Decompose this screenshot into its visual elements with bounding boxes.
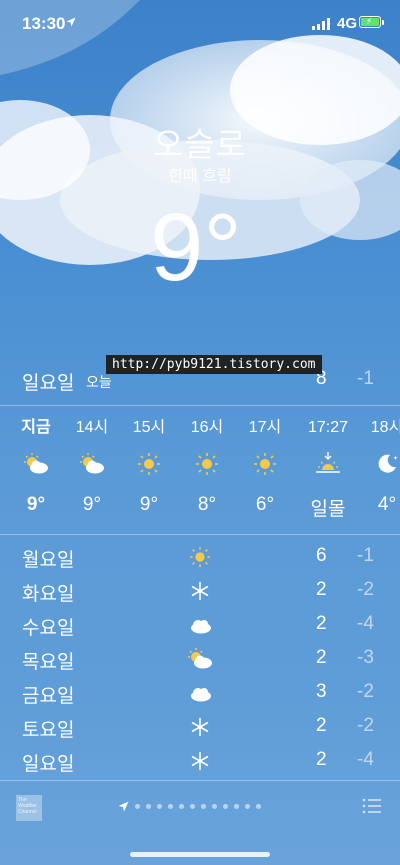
day-low: -2 [357, 681, 374, 702]
day-name: 화요일 [22, 584, 75, 605]
hour-time: 지금 [21, 419, 51, 436]
day-high: 2 [316, 715, 327, 736]
day-name: 토요일 [22, 720, 75, 741]
snow-icon [186, 578, 214, 604]
hour-item: 17:27 일몰 [298, 406, 358, 521]
location-arrow-icon [118, 801, 129, 811]
day-name: 목요일 [22, 652, 75, 673]
page-dot [223, 803, 228, 809]
status-time: 13:30 [22, 14, 66, 33]
weather-condition: 한때 흐림 [168, 168, 232, 185]
status-bar: 13:30 4G ⚡ [0, 0, 400, 46]
current-temperature: 9° [150, 194, 242, 301]
day-high: 2 [316, 647, 327, 668]
weather-channel-logo[interactable]: The Weather Channel [16, 795, 42, 821]
day-low: -4 [357, 749, 374, 770]
partly-cloudy-icon [62, 446, 122, 482]
page-dot [256, 803, 261, 809]
day-name: 일요일 [22, 754, 75, 775]
day-low: -1 [357, 545, 374, 566]
snow-icon [186, 748, 214, 774]
bottom-toolbar: The Weather Channel [0, 790, 400, 830]
watermark-url: http://pyb9121.tistory.com [106, 355, 322, 374]
svg-text:✦: ✦ [393, 455, 398, 462]
network-type: 4G [337, 15, 358, 32]
city-name: 오슬로 [152, 126, 248, 163]
day-row: 일요일 2 -4 [0, 745, 400, 779]
hour-time: 14시 [75, 419, 109, 436]
day-row: 토요일 2 -2 [0, 711, 400, 745]
snow-icon [186, 714, 214, 740]
hourly-forecast[interactable]: 지금 9° 14시 9° 15시 9° 16시 8° 17시 6° 17:27 [0, 406, 400, 534]
page-dot [168, 803, 173, 809]
page-dot [201, 803, 206, 809]
today-low: -1 [357, 368, 374, 389]
day-name: 금요일 [22, 686, 75, 707]
hour-temp: 9° [82, 494, 102, 515]
sun-icon [186, 544, 214, 570]
hour-temp: 6° [255, 494, 275, 515]
hour-time: 17:27 [307, 419, 349, 436]
location-arrow-icon [66, 17, 76, 27]
home-indicator[interactable] [130, 852, 270, 857]
page-dot [190, 803, 195, 809]
sun-icon [119, 446, 179, 482]
divider [0, 534, 400, 535]
page-dot [157, 803, 162, 809]
hour-temp: 4° [377, 494, 397, 515]
battery-cap [382, 20, 384, 25]
hour-item: 14시 9° [62, 406, 122, 516]
sun-icon [235, 446, 295, 482]
today-label: 오늘 [86, 374, 112, 390]
hour-time: 16시 [190, 419, 224, 436]
day-name: 수요일 [22, 618, 75, 639]
partly-cloudy-icon [6, 446, 66, 482]
sun-icon [177, 446, 237, 482]
partly-cloudy-icon [186, 646, 214, 672]
cloud-icon [186, 612, 214, 638]
hour-temp: 9° [26, 494, 46, 515]
day-high: 6 [316, 545, 327, 566]
page-dot [234, 803, 239, 809]
hour-time: 15시 [132, 419, 166, 436]
hour-temp: 9° [139, 494, 159, 515]
day-low: -2 [357, 579, 374, 600]
list-icon[interactable] [362, 798, 382, 814]
battery-icon: ⚡ [359, 16, 381, 28]
day-row: 목요일 2 -3 [0, 643, 400, 677]
page-dot [135, 803, 140, 809]
day-high: 2 [316, 579, 327, 600]
day-low: -3 [357, 647, 374, 668]
day-name: 월요일 [22, 550, 75, 571]
hour-item: 16시 8° [177, 406, 237, 516]
moon-icon: ✦ [357, 446, 400, 482]
sunset-icon [298, 446, 358, 482]
hour-time: 18시 [370, 419, 400, 436]
hour-item: 18시 ✦ 4° [357, 406, 400, 516]
hour-temp: 일몰 [310, 499, 346, 520]
day-row: 수요일 2 -4 [0, 609, 400, 643]
day-high: 3 [316, 681, 327, 702]
hour-item: 지금 9° [6, 406, 66, 516]
divider [0, 780, 400, 781]
hour-temp: 8° [197, 494, 217, 515]
page-indicator[interactable] [118, 800, 261, 812]
signal-icon [312, 18, 330, 30]
day-low: -4 [357, 613, 374, 634]
day-row: 월요일 6 -1 [0, 541, 400, 575]
today-day: 일요일 [22, 373, 75, 394]
page-dot [212, 803, 217, 809]
day-high: 2 [316, 613, 327, 634]
day-low: -2 [357, 715, 374, 736]
hour-item: 17시 6° [235, 406, 295, 516]
page-dot [245, 803, 250, 809]
day-high: 2 [316, 749, 327, 770]
page-dot [179, 803, 184, 809]
day-row: 금요일 3 -2 [0, 677, 400, 711]
hour-item: 15시 9° [119, 406, 179, 516]
page-dot [146, 803, 151, 809]
day-row: 화요일 2 -2 [0, 575, 400, 609]
cloud-icon [186, 680, 214, 706]
hour-time: 17시 [248, 419, 282, 436]
